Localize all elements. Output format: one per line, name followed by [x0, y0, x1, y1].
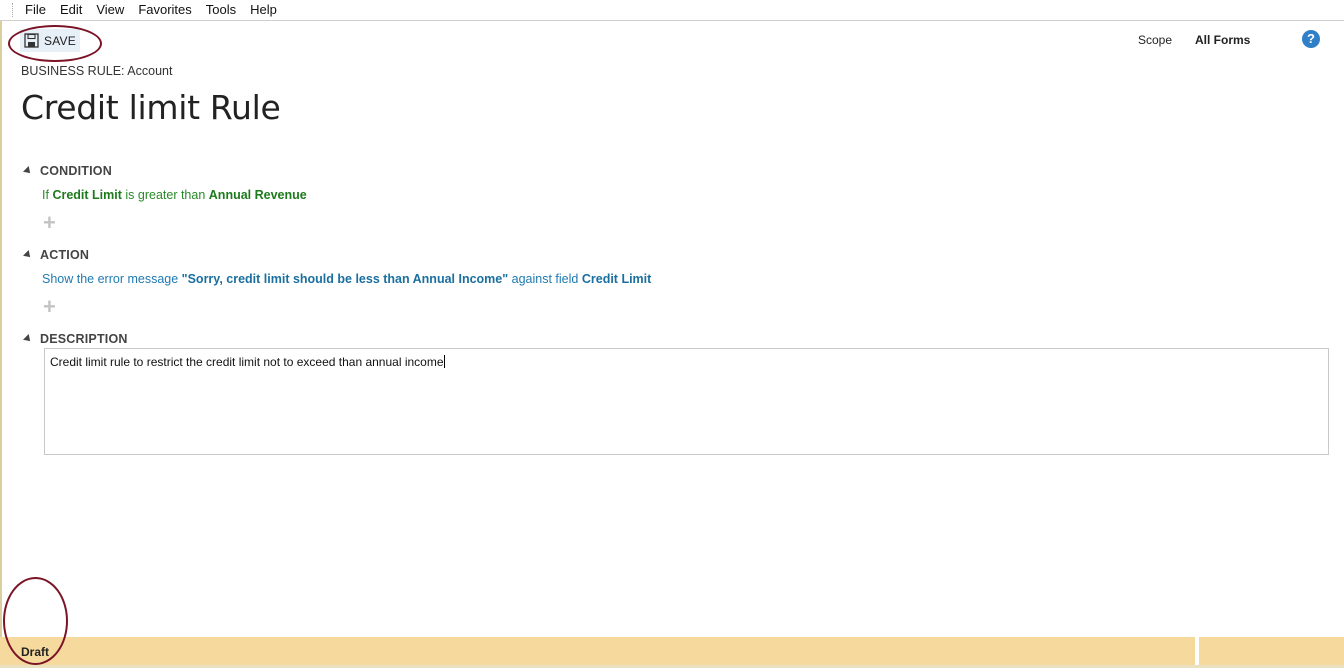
status-bar: Draft — [0, 637, 1344, 665]
condition-operator: is greater than — [125, 188, 206, 202]
condition-field: Credit Limit — [52, 188, 122, 202]
action-field: Credit Limit — [581, 272, 652, 286]
scope-label: Scope — [1138, 33, 1173, 47]
save-button[interactable]: SAVE — [20, 29, 80, 52]
add-condition-icon[interactable]: + — [43, 212, 56, 234]
menu-file[interactable]: File — [19, 0, 54, 20]
condition-row[interactable]: If Credit Limit is greater than Annual R… — [42, 188, 307, 202]
action-section-header[interactable]: ACTION — [23, 248, 90, 262]
status-bar-separator — [1195, 637, 1199, 665]
collapse-triangle-icon — [23, 250, 33, 260]
menu-tools[interactable]: Tools — [200, 0, 244, 20]
collapse-triangle-icon — [23, 166, 33, 176]
menu-view[interactable]: View — [90, 0, 132, 20]
floppy-disk-icon — [24, 33, 39, 48]
menu-help[interactable]: Help — [244, 0, 285, 20]
menu-grip — [12, 3, 15, 17]
menu-bar: File Edit View Favorites Tools Help — [0, 0, 1344, 21]
description-text: Credit limit rule to restrict the credit… — [50, 355, 444, 369]
condition-section-header[interactable]: CONDITION — [23, 164, 112, 178]
action-row[interactable]: Show the error message "Sorry, credit li… — [42, 272, 651, 286]
rule-title[interactable]: Credit limit Rule — [21, 88, 281, 127]
collapse-triangle-icon — [23, 334, 33, 344]
save-button-label: SAVE — [44, 33, 76, 48]
description-textarea[interactable]: Credit limit rule to restrict the credit… — [44, 348, 1329, 455]
description-section-header[interactable]: DESCRIPTION — [23, 332, 128, 346]
action-prefix: Show the error message — [42, 272, 179, 286]
action-message: "Sorry, credit limit should be less than… — [181, 272, 509, 286]
scope-dropdown[interactable]: All Forms — [1195, 33, 1250, 47]
help-icon[interactable]: ? — [1302, 30, 1320, 48]
action-header: ACTION — [40, 248, 90, 262]
status-draft: Draft — [21, 645, 50, 659]
action-middle: against field — [511, 272, 579, 286]
menu-favorites[interactable]: Favorites — [132, 0, 199, 20]
condition-value: Annual Revenue — [208, 188, 307, 202]
description-header: DESCRIPTION — [40, 332, 128, 346]
condition-prefix: If — [42, 188, 49, 202]
menu-edit[interactable]: Edit — [54, 0, 90, 20]
text-caret — [443, 355, 445, 368]
add-action-icon[interactable]: + — [43, 296, 56, 318]
condition-header: CONDITION — [40, 164, 112, 178]
business-rule-entity: BUSINESS RULE: Account — [21, 64, 173, 78]
